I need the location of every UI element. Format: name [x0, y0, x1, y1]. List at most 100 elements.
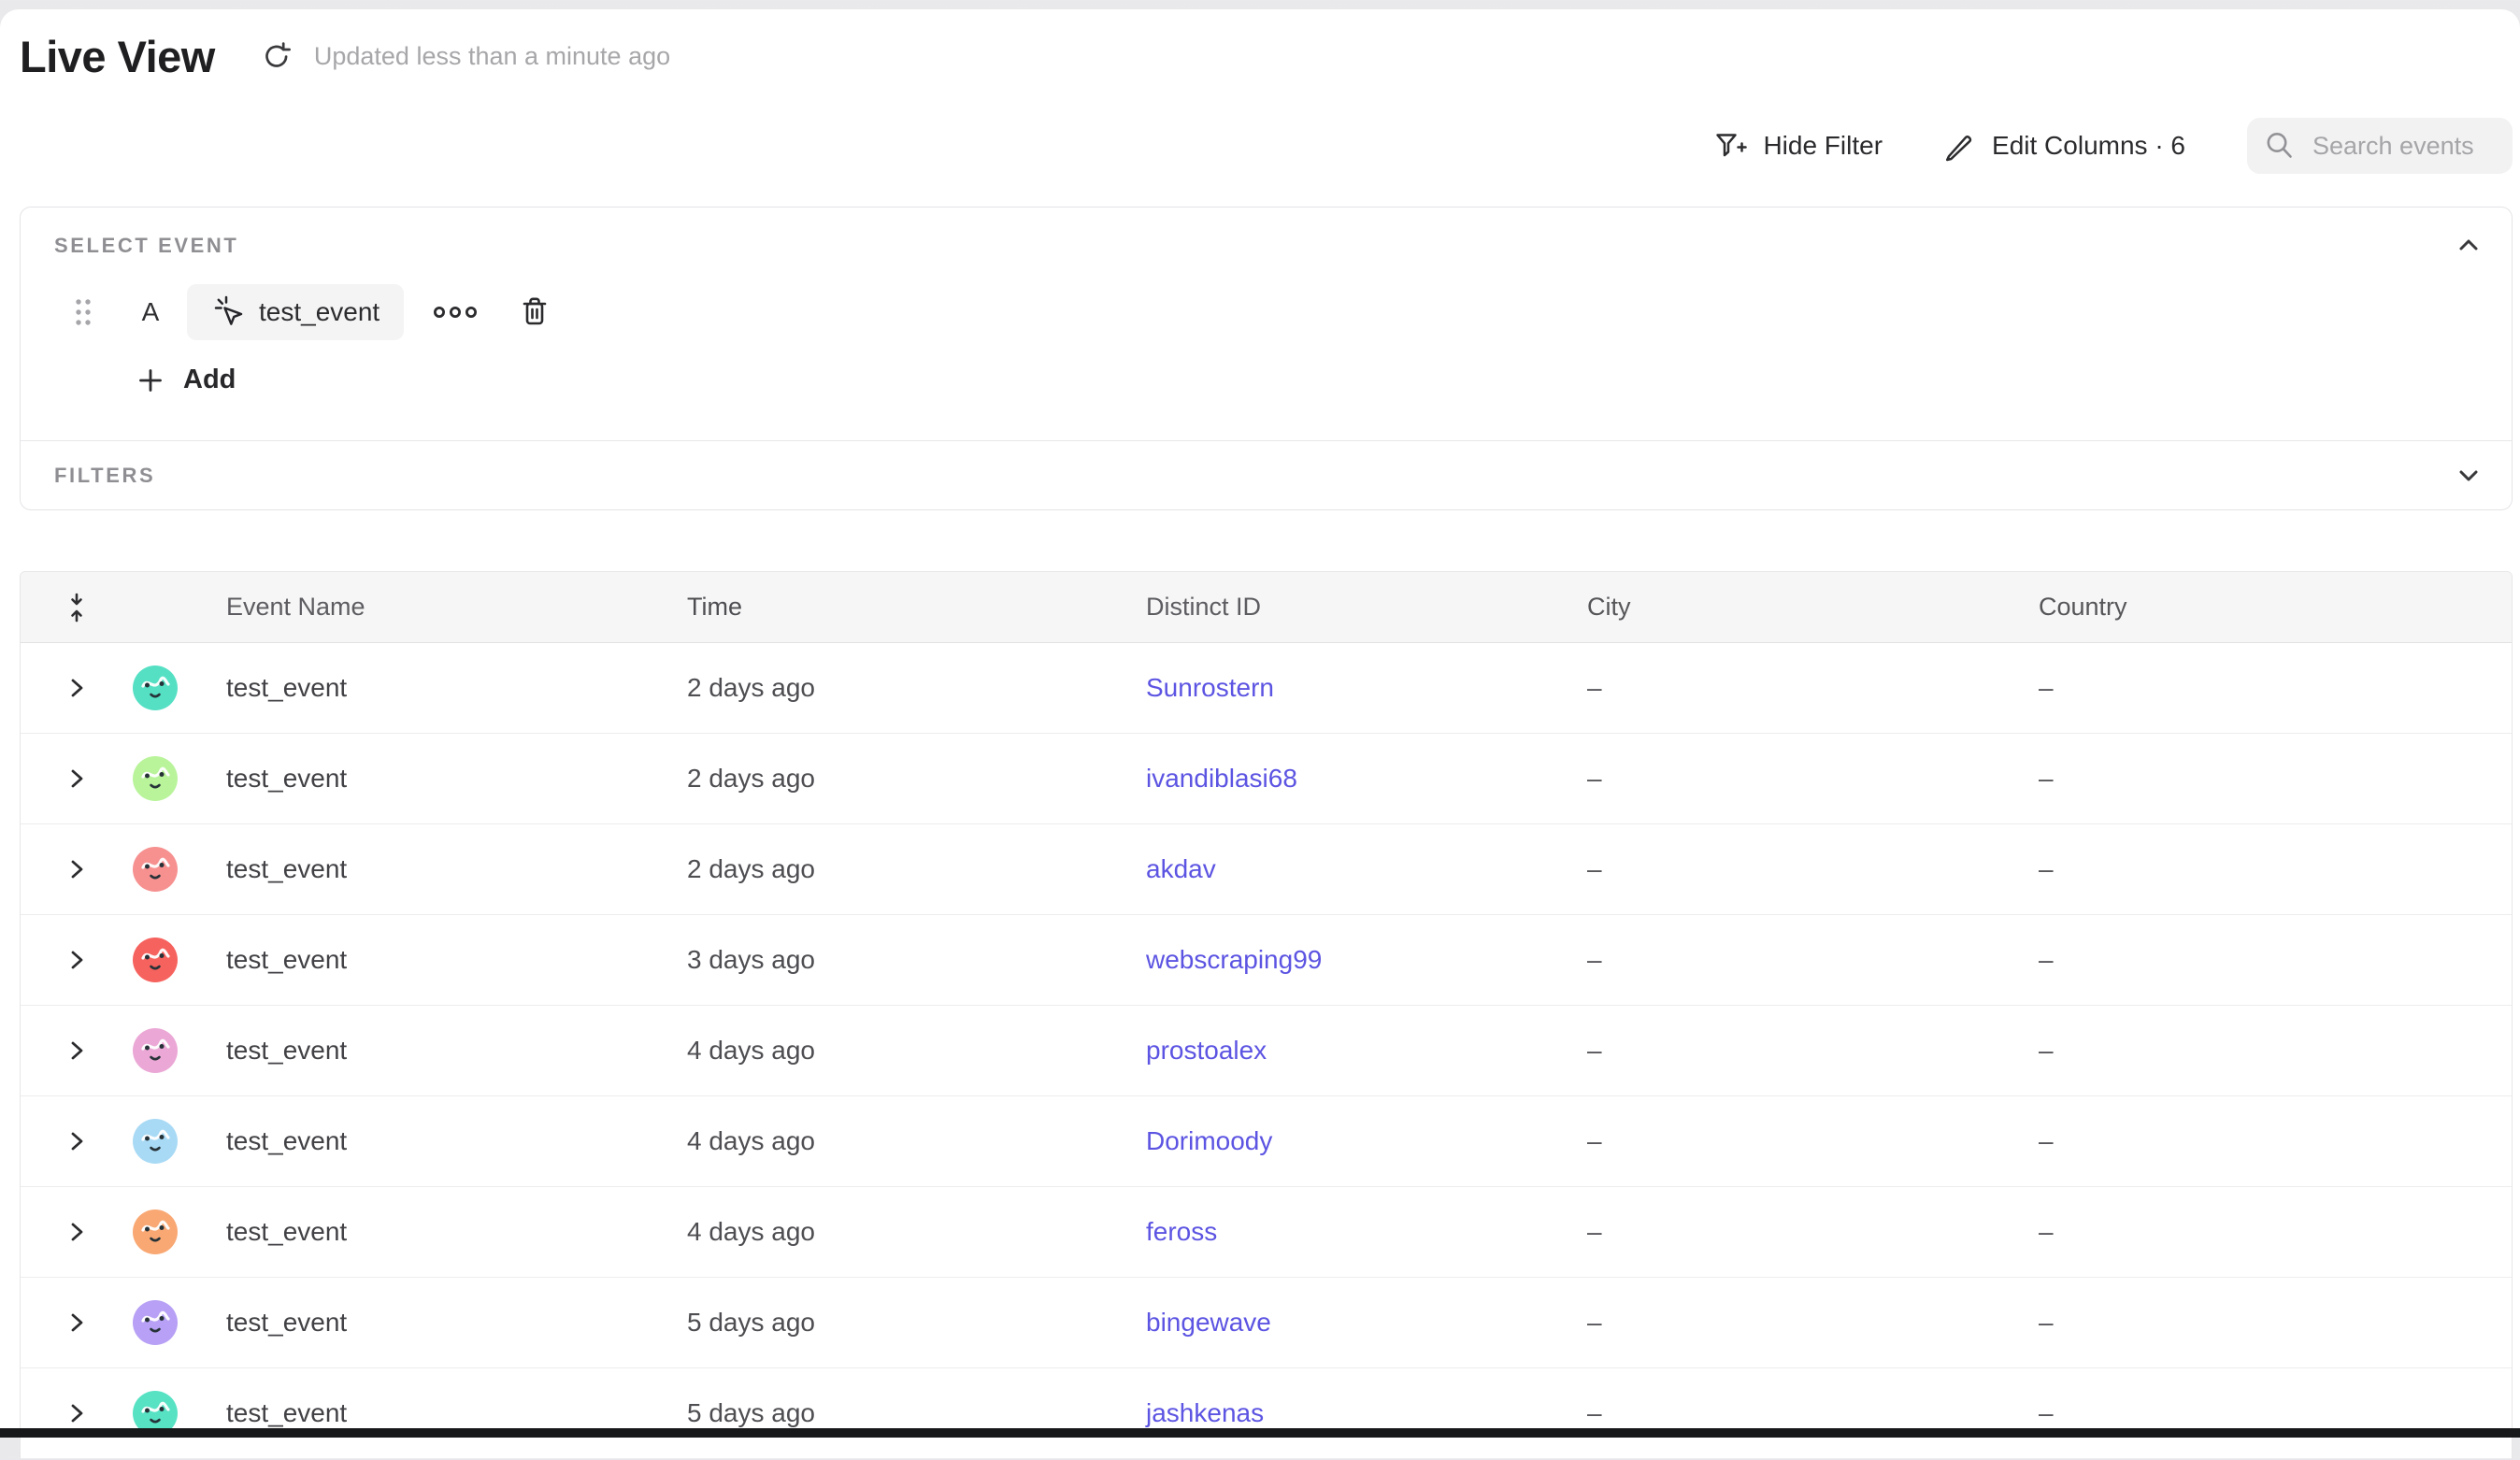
event-chip[interactable]: test_event — [187, 284, 404, 340]
avatar-face — [133, 666, 178, 710]
refresh-button[interactable] — [260, 39, 294, 73]
cell-event-name: test_event — [226, 854, 687, 884]
avatar-face — [133, 756, 178, 801]
updated-status: Updated less than a minute ago — [314, 42, 670, 71]
expand-row-button[interactable] — [60, 670, 93, 706]
collapse-rows-icon — [64, 592, 90, 623]
cell-time: 5 days ago — [687, 1398, 1146, 1428]
row-expand-chevron-icon — [65, 857, 88, 881]
cell-country: – — [2039, 854, 2512, 884]
distinct-id-link[interactable]: Sunrostern — [1146, 673, 1274, 702]
avatar-face — [133, 1300, 178, 1345]
expand-row-button[interactable] — [60, 1396, 93, 1431]
cell-city: – — [1587, 1217, 2039, 1247]
table-row[interactable]: test_event 2 days ago akdav – – — [21, 824, 2512, 915]
event-letter: A — [140, 297, 161, 327]
table-row[interactable]: test_event 5 days ago jashkenas – – — [21, 1368, 2512, 1459]
table-row[interactable]: test_event 2 days ago ivandiblasi68 – – — [21, 734, 2512, 824]
pencil-icon — [1942, 129, 1976, 163]
distinct-id-link[interactable]: bingewave — [1146, 1308, 1271, 1337]
collapse-all-rows-button[interactable] — [58, 586, 95, 629]
table-row[interactable]: test_event 4 days ago Dorimoody – – — [21, 1096, 2512, 1187]
cell-event-name: test_event — [226, 1398, 687, 1428]
avatar-face — [133, 938, 178, 982]
row-expand-chevron-icon — [65, 676, 88, 700]
search-events-box[interactable] — [2247, 118, 2513, 174]
column-header-time[interactable]: Time — [687, 593, 1146, 622]
cell-time: 2 days ago — [687, 673, 1146, 703]
expand-row-button[interactable] — [60, 761, 93, 796]
column-header-distinct-id[interactable]: Distinct ID — [1146, 593, 1587, 622]
column-header-country[interactable]: Country — [2039, 593, 2512, 622]
expand-row-button[interactable] — [60, 1033, 93, 1068]
expand-row-button[interactable] — [60, 1305, 93, 1340]
distinct-id-link[interactable]: ivandiblasi68 — [1146, 764, 1297, 793]
cell-event-name: test_event — [226, 1126, 687, 1156]
hide-filter-button[interactable]: Hide Filter — [1713, 129, 1883, 163]
row-expand-chevron-icon — [65, 1038, 88, 1063]
distinct-id-link[interactable]: Dorimoody — [1146, 1126, 1272, 1155]
table-row[interactable]: test_event 5 days ago bingewave – – — [21, 1278, 2512, 1368]
expand-row-button[interactable] — [60, 1214, 93, 1250]
distinct-id-link[interactable]: feross — [1146, 1217, 1217, 1246]
cell-event-name: test_event — [226, 1308, 687, 1338]
distinct-id-link[interactable]: jashkenas — [1146, 1398, 1264, 1427]
expand-row-button[interactable] — [60, 852, 93, 887]
cell-country: – — [2039, 1398, 2512, 1428]
cell-event-name: test_event — [226, 764, 687, 794]
column-header-event-name[interactable]: Event Name — [226, 593, 687, 622]
distinct-id-link[interactable]: akdav — [1146, 854, 1216, 883]
row-expand-chevron-icon — [65, 1401, 88, 1425]
table-row[interactable]: test_event 3 days ago webscraping99 – – — [21, 915, 2512, 1006]
cell-city: – — [1587, 673, 2039, 703]
distinct-id-link[interactable]: prostoalex — [1146, 1036, 1267, 1065]
query-builder-panel: SELECT EVENT A — [20, 207, 2513, 510]
search-input[interactable] — [2311, 131, 2496, 162]
more-options-button[interactable] — [432, 304, 479, 321]
column-header-city[interactable]: City — [1587, 593, 2039, 622]
collapse-select-event-button[interactable] — [2452, 228, 2485, 262]
toolbar: Hide Filter Edit Columns · 6 — [0, 118, 2520, 174]
cell-time: 3 days ago — [687, 945, 1146, 975]
cell-city: – — [1587, 1308, 2039, 1338]
events-table: Event Name Time Distinct ID City Country — [20, 571, 2513, 1460]
cell-country: – — [2039, 1217, 2512, 1247]
live-view-screen: Live View Updated less than a minute ago… — [0, 9, 2520, 1438]
expand-row-button[interactable] — [60, 942, 93, 978]
cell-time: 4 days ago — [687, 1126, 1146, 1156]
delete-event-button[interactable] — [518, 294, 551, 330]
distinct-id-link[interactable]: webscraping99 — [1146, 945, 1322, 974]
select-event-label: SELECT EVENT — [54, 234, 2512, 258]
cell-city: – — [1587, 1398, 2039, 1428]
cell-country: – — [2039, 945, 2512, 975]
table-row[interactable]: test_event 2 days ago Sunrostern – – — [21, 643, 2512, 734]
table-row[interactable]: test_event 4 days ago feross – – — [21, 1187, 2512, 1278]
event-chip-label: test_event — [259, 297, 379, 327]
bottom-screen-edge — [0, 1428, 2520, 1438]
cell-city: – — [1587, 945, 2039, 975]
edit-columns-button[interactable]: Edit Columns · 6 — [1942, 129, 2185, 163]
cell-event-name: test_event — [226, 945, 687, 975]
select-event-section: SELECT EVENT A — [21, 208, 2512, 440]
cell-country: – — [2039, 673, 2512, 703]
cursor-click-icon — [211, 294, 247, 330]
avatar-face — [133, 1028, 178, 1073]
cell-country: – — [2039, 1036, 2512, 1066]
expand-row-button[interactable] — [60, 1124, 93, 1159]
table-body: test_event 2 days ago Sunrostern – – — [21, 643, 2512, 1459]
row-expand-chevron-icon — [65, 948, 88, 972]
add-event-button[interactable]: Add — [136, 365, 236, 395]
add-label: Add — [183, 365, 236, 395]
trash-icon — [518, 294, 551, 330]
table-row[interactable]: test_event 4 days ago prostoalex – – — [21, 1006, 2512, 1096]
cell-country: – — [2039, 1126, 2512, 1156]
cell-event-name: test_event — [226, 673, 687, 703]
chevron-down-icon — [2456, 463, 2482, 489]
hide-filter-label: Hide Filter — [1763, 131, 1883, 161]
filters-label: FILTERS — [54, 464, 155, 488]
funnel-plus-icon — [1713, 129, 1747, 163]
more-options-icon — [432, 304, 479, 321]
avatar-face — [133, 1119, 178, 1164]
expand-filters-button[interactable] — [2452, 459, 2485, 493]
drag-handle-icon[interactable] — [73, 295, 93, 329]
